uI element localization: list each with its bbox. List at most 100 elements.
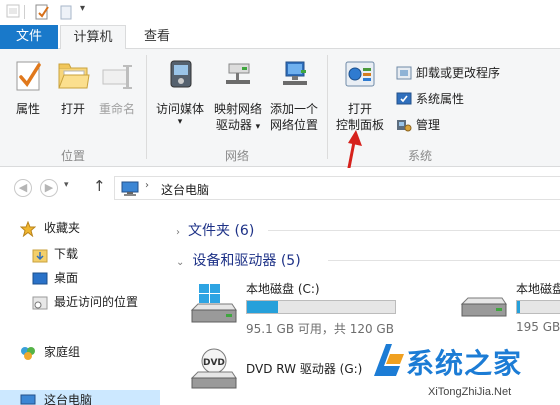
drive-c-usage-bar bbox=[246, 300, 396, 314]
desktop-icon bbox=[32, 271, 48, 293]
window-menu-icon[interactable] bbox=[6, 4, 20, 21]
programs-icon bbox=[396, 65, 412, 85]
breadcrumb-chevron-icon[interactable]: › bbox=[145, 180, 149, 191]
address-bar-row: ◀ ▶ ▾ ↑ › 这台电脑 bbox=[0, 168, 560, 206]
group-separator bbox=[327, 55, 328, 159]
rename-label: 重命名 bbox=[98, 102, 135, 116]
star-icon bbox=[19, 220, 37, 243]
collapse-chevron-icon: ⌄ bbox=[176, 257, 185, 268]
open-control-panel-button[interactable]: 打开 控制面板 bbox=[332, 59, 388, 133]
hard-drive-icon bbox=[458, 294, 508, 327]
open-button[interactable]: 打开 bbox=[53, 59, 93, 117]
tab-file[interactable]: 文件 bbox=[0, 25, 58, 49]
add-network-label-line2: 网络位置 bbox=[269, 118, 318, 132]
access-media-button[interactable]: 访问媒体 ▾ bbox=[152, 59, 208, 127]
properties-label: 属性 bbox=[15, 102, 40, 116]
nav-recent-places[interactable]: 最近访问的位置 bbox=[0, 292, 160, 312]
nav-favorites[interactable]: 收藏夹 bbox=[0, 218, 160, 238]
group-label-network: 网络 bbox=[224, 149, 249, 163]
section-devices-label: 设备和驱动器 (5) bbox=[192, 253, 301, 269]
nav-homegroup-label: 家庭组 bbox=[44, 345, 81, 359]
access-media-label: 访问媒体 bbox=[155, 102, 204, 116]
system-properties-button[interactable]: 系统属性 bbox=[396, 91, 520, 109]
watermark-title: 系统之家 bbox=[406, 348, 523, 379]
tab-view[interactable]: 查看 bbox=[134, 25, 180, 50]
drive-c-space: 95.1 GB 可用，共 120 GB bbox=[246, 322, 394, 336]
rename-button[interactable]: 重命名 bbox=[95, 59, 139, 117]
address-box[interactable]: › 这台电脑 bbox=[114, 176, 560, 200]
add-network-location-button[interactable]: 添加一个 网络位置 bbox=[266, 59, 322, 133]
watermark-logo-icon bbox=[370, 340, 406, 383]
drive-c-usage-fill bbox=[247, 301, 279, 313]
dvd-drive-icon: DVD bbox=[188, 348, 238, 397]
downloads-folder-icon bbox=[32, 247, 48, 269]
expand-chevron-icon: › bbox=[176, 227, 180, 238]
section-devices[interactable]: ⌄ 设备和驱动器 (5) bbox=[176, 250, 301, 270]
breadcrumb-this-pc[interactable]: 这台电脑 bbox=[161, 181, 209, 198]
network-drive-icon bbox=[210, 59, 266, 97]
navigation-pane: 收藏夹 下载 桌面 最近访问的位置 家庭组 这台电脑 bbox=[0, 206, 160, 405]
map-network-label-text: 驱动器 bbox=[215, 118, 252, 132]
nav-downloads[interactable]: 下载 bbox=[0, 244, 160, 264]
dropdown-arrow-icon: ▾ bbox=[255, 122, 261, 132]
properties-button[interactable]: 属性 bbox=[8, 59, 48, 117]
drive-2-name: 本地磁盘 bbox=[516, 282, 560, 296]
section-divider bbox=[268, 230, 560, 231]
nav-this-pc-label: 这台电脑 bbox=[44, 393, 93, 405]
nav-favorites-label: 收藏夹 bbox=[44, 221, 81, 235]
drive-c-name: 本地磁盘 (C:) bbox=[246, 282, 320, 296]
system-properties-label: 系统属性 bbox=[416, 92, 465, 106]
drive-local-2[interactable]: 本地磁盘 195 GB bbox=[458, 280, 560, 336]
properties-icon bbox=[8, 59, 48, 97]
drive-dvd-name: DVD RW 驱动器 (G:) bbox=[246, 362, 363, 376]
group-label-location: 位置 bbox=[60, 149, 85, 163]
forward-button[interactable]: ▶ bbox=[40, 179, 58, 197]
ribbon-tabs: 文件 计算机 查看 bbox=[0, 24, 560, 50]
nav-downloads-label: 下载 bbox=[54, 247, 79, 261]
drive-c[interactable]: 本地磁盘 (C:) 95.1 GB 可用，共 120 GB bbox=[188, 280, 408, 336]
tab-computer[interactable]: 计算机 bbox=[60, 25, 126, 50]
control-panel-label-line1: 打开 bbox=[347, 102, 372, 116]
uninstall-label: 卸载或更改程序 bbox=[416, 66, 501, 80]
rename-icon bbox=[95, 59, 139, 97]
nav-recent-label: 最近访问的位置 bbox=[54, 295, 139, 309]
customize-toolbar-icon[interactable]: ▾ bbox=[80, 3, 85, 14]
manage-icon bbox=[396, 117, 412, 137]
ribbon: 属性 打开 重命名 位置 访问媒体 ▾ 映射网络 驱动器 ▾ 添加一个 网络位置 bbox=[0, 49, 560, 167]
group-separator bbox=[146, 55, 147, 159]
nav-desktop-label: 桌面 bbox=[54, 271, 79, 285]
system-properties-icon bbox=[396, 91, 412, 111]
homegroup-icon bbox=[20, 345, 36, 367]
map-network-label-line1: 映射网络 bbox=[213, 102, 262, 116]
control-panel-icon bbox=[332, 59, 388, 97]
watermark: 系统之家 XiTongZhiJia.Net bbox=[368, 340, 560, 405]
recent-locations-icon[interactable]: ▾ bbox=[64, 180, 69, 190]
section-divider bbox=[328, 260, 560, 261]
dropdown-arrow-icon: ▾ bbox=[177, 117, 183, 127]
network-location-icon bbox=[266, 59, 322, 97]
drive-2-usage-bar bbox=[516, 300, 560, 314]
up-arrow-icon[interactable]: ↑ bbox=[93, 177, 106, 195]
map-network-drive-button[interactable]: 映射网络 驱动器 ▾ bbox=[210, 59, 266, 135]
map-network-label-line2: 驱动器 ▾ bbox=[210, 117, 266, 135]
recent-places-icon bbox=[32, 295, 48, 317]
section-folders-label: 文件夹 (6) bbox=[188, 223, 255, 239]
back-button[interactable]: ◀ bbox=[14, 179, 32, 197]
properties-quick-icon[interactable] bbox=[34, 4, 50, 23]
hard-drive-icon bbox=[188, 282, 238, 331]
nav-desktop[interactable]: 桌面 bbox=[0, 268, 160, 288]
toolbar-divider bbox=[24, 5, 25, 19]
computer-icon bbox=[20, 393, 36, 405]
nav-homegroup[interactable]: 家庭组 bbox=[0, 342, 160, 362]
uninstall-program-button[interactable]: 卸载或更改程序 bbox=[396, 65, 520, 83]
svg-text:DVD: DVD bbox=[203, 358, 225, 368]
nav-this-pc[interactable]: 这台电脑 bbox=[0, 390, 160, 405]
section-folders[interactable]: › 文件夹 (6) bbox=[176, 220, 254, 240]
watermark-url: XiTongZhiJia.Net bbox=[428, 386, 512, 398]
new-folder-quick-icon[interactable] bbox=[58, 4, 74, 23]
computer-icon bbox=[121, 181, 139, 199]
open-icon bbox=[53, 59, 93, 97]
drive-2-space: 195 GB bbox=[516, 320, 560, 334]
manage-button[interactable]: 管理 bbox=[396, 117, 520, 135]
quick-access-toolbar: ▾ bbox=[0, 0, 560, 24]
